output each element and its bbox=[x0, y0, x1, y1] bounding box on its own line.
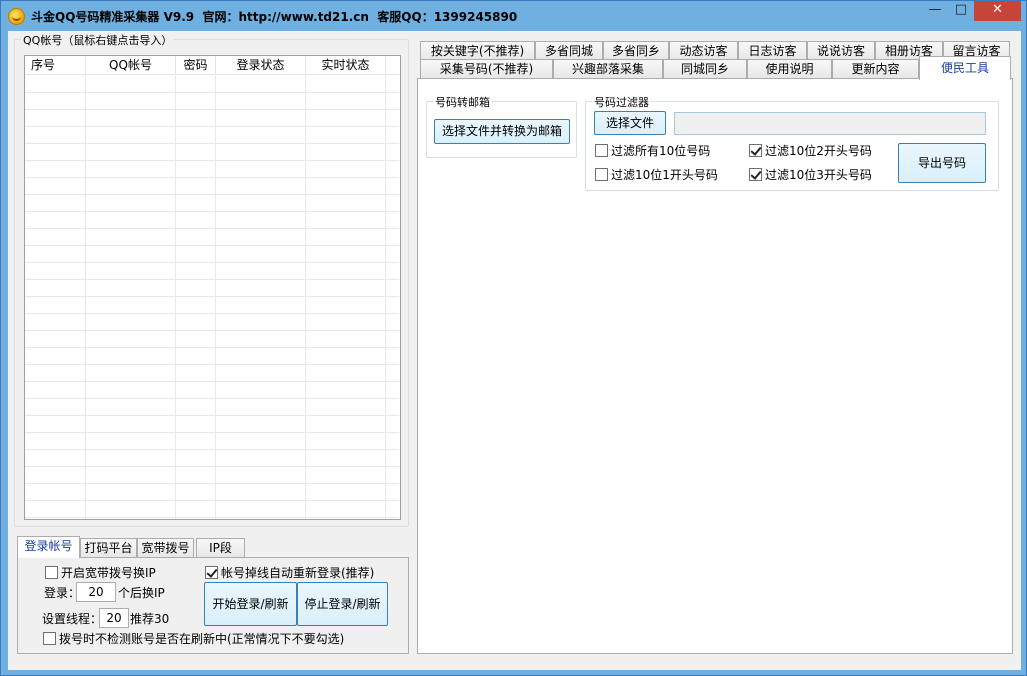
tab-multi-province-city[interactable]: 多省同城 bbox=[535, 41, 603, 61]
choose-file-button[interactable]: 选择文件 bbox=[594, 111, 666, 135]
checkbox-box bbox=[43, 632, 56, 645]
checkbox-box bbox=[595, 144, 608, 157]
auto-relogin-checkbox[interactable]: 帐号掉线自动重新登录(推荐) bbox=[205, 565, 374, 581]
stop-login-button[interactable]: 停止登录/刷新 bbox=[297, 582, 388, 626]
export-numbers-button[interactable]: 导出号码 bbox=[898, 143, 986, 183]
client-area: QQ帐号（鼠标右键点击导入） 序号 QQ帐号 密码 登录状态 实时状态 登录帐号… bbox=[8, 31, 1021, 670]
filter-all10-checkbox[interactable]: 过滤所有10位号码 bbox=[595, 143, 710, 159]
column-divider bbox=[385, 76, 386, 519]
tab-login-account[interactable]: 登录帐号 bbox=[17, 536, 80, 558]
column-divider bbox=[215, 76, 216, 519]
checkbox-label: 拨号时不检测账号是否在刷新中(正常情况下不要勾选) bbox=[59, 632, 345, 646]
accounts-listview[interactable]: 序号 QQ帐号 密码 登录状态 实时状态 bbox=[24, 55, 401, 520]
tab-captcha-platform[interactable]: 打码平台 bbox=[80, 538, 137, 558]
filter-10-2-checkbox[interactable]: 过滤10位2开头号码 bbox=[749, 143, 872, 159]
tab-interest-tribe[interactable]: 兴趣部落采集 bbox=[553, 59, 663, 79]
checkbox-box bbox=[595, 168, 608, 181]
window-title: 斗金QQ号码精准采集器 V9.9 官网：http://www.td21.cn 客… bbox=[31, 10, 518, 24]
tab-keyword[interactable]: 按关键字(不推荐) bbox=[420, 41, 535, 61]
column-divider bbox=[305, 76, 306, 519]
tab-update-notes[interactable]: 更新内容 bbox=[832, 59, 919, 79]
threads-label: 设置线程： bbox=[42, 612, 103, 626]
tab-log-visitors[interactable]: 日志访客 bbox=[738, 41, 807, 61]
threads-input[interactable]: 20 bbox=[99, 608, 129, 628]
checkbox-label: 过滤10位3开头号码 bbox=[765, 168, 872, 182]
title-bar[interactable]: 斗金QQ号码精准采集器 V9.9 官网：http://www.td21.cn 客… bbox=[1, 1, 1026, 31]
filter-group: 号码过滤器 选择文件 过滤所有10位号码 过滤10位2开头号码 过滤10位1开头… bbox=[585, 94, 999, 191]
column-header-qq[interactable]: QQ帐号 bbox=[86, 56, 176, 75]
no-check-dial-checkbox[interactable]: 拨号时不检测账号是否在刷新中(正常情况下不要勾选) bbox=[43, 631, 344, 647]
login-suffix-label: 个后换IP bbox=[118, 586, 165, 600]
checkbox-box bbox=[749, 168, 762, 181]
tab-ip-range[interactable]: IP段 bbox=[196, 538, 245, 558]
convert-to-mail-button[interactable]: 选择文件并转换为邮箱 bbox=[434, 119, 570, 144]
mail-group: 号码转邮箱 选择文件并转换为邮箱 bbox=[426, 94, 577, 158]
tab-talk-visitors[interactable]: 说说访客 bbox=[807, 41, 875, 61]
start-login-button[interactable]: 开始登录/刷新 bbox=[204, 582, 297, 626]
listview-edge bbox=[398, 56, 399, 519]
threads-hint: 推荐30 bbox=[130, 612, 170, 626]
checkbox-label: 过滤10位1开头号码 bbox=[611, 168, 718, 182]
checkbox-box bbox=[45, 566, 58, 579]
column-header-password[interactable]: 密码 bbox=[176, 56, 216, 75]
checkbox-label: 帐号掉线自动重新登录(推荐) bbox=[221, 566, 375, 580]
filter-10-3-checkbox[interactable]: 过滤10位3开头号码 bbox=[749, 167, 872, 183]
column-header-index[interactable]: 序号 bbox=[25, 56, 86, 75]
file-path-input[interactable] bbox=[674, 112, 986, 135]
column-divider bbox=[175, 76, 176, 519]
listview-rows[interactable] bbox=[25, 76, 400, 519]
tab-instructions[interactable]: 使用说明 bbox=[747, 59, 832, 79]
tab-dynamic-visitors[interactable]: 动态访客 bbox=[669, 41, 738, 61]
broadband-ip-checkbox[interactable]: 开启宽带拨号换IP bbox=[45, 565, 156, 581]
login-tab-panel: 开启宽带拨号换IP 帐号掉线自动重新登录(推荐) 登录： 20 个后换IP 设置… bbox=[17, 557, 409, 654]
handy-tools-panel: 号码转邮箱 选择文件并转换为邮箱 号码过滤器 选择文件 过滤所有10位号码 过滤… bbox=[417, 78, 1013, 654]
column-header-login-status[interactable]: 登录状态 bbox=[216, 56, 306, 75]
filter-10-1-checkbox[interactable]: 过滤10位1开头号码 bbox=[595, 167, 718, 183]
checkbox-box bbox=[749, 144, 762, 157]
mail-group-legend: 号码转邮箱 bbox=[433, 94, 492, 110]
app-window: 斗金QQ号码精准采集器 V9.9 官网：http://www.td21.cn 客… bbox=[0, 0, 1027, 676]
checkbox-label: 开启宽带拨号换IP bbox=[61, 566, 156, 580]
checkbox-box bbox=[205, 566, 218, 579]
close-button[interactable]: ✕ bbox=[974, 1, 1021, 21]
login-count-input[interactable]: 20 bbox=[76, 582, 116, 602]
minimize-button[interactable]: — bbox=[922, 1, 948, 21]
filter-group-legend: 号码过滤器 bbox=[592, 94, 651, 110]
tab-handy-tools[interactable]: 便民工具 bbox=[919, 56, 1011, 80]
accounts-group-legend: QQ帐号（鼠标右键点击导入） bbox=[21, 32, 175, 48]
column-header-live-status[interactable]: 实时状态 bbox=[306, 56, 386, 75]
checkbox-label: 过滤10位2开头号码 bbox=[765, 144, 872, 158]
login-prefix-label: 登录： bbox=[44, 586, 81, 600]
checkbox-label: 过滤所有10位号码 bbox=[611, 144, 711, 158]
tab-multi-province-hometown[interactable]: 多省同乡 bbox=[603, 41, 669, 61]
app-logo-icon bbox=[8, 8, 25, 25]
listview-header: 序号 QQ帐号 密码 登录状态 实时状态 bbox=[25, 56, 400, 75]
tab-same-city-hometown[interactable]: 同城同乡 bbox=[663, 59, 747, 79]
maximize-button[interactable]: □ bbox=[948, 1, 974, 21]
column-divider bbox=[85, 76, 86, 519]
tab-collect-numbers[interactable]: 采集号码(不推荐) bbox=[420, 59, 553, 79]
tab-broadband-dial[interactable]: 宽带拨号 bbox=[137, 538, 194, 558]
